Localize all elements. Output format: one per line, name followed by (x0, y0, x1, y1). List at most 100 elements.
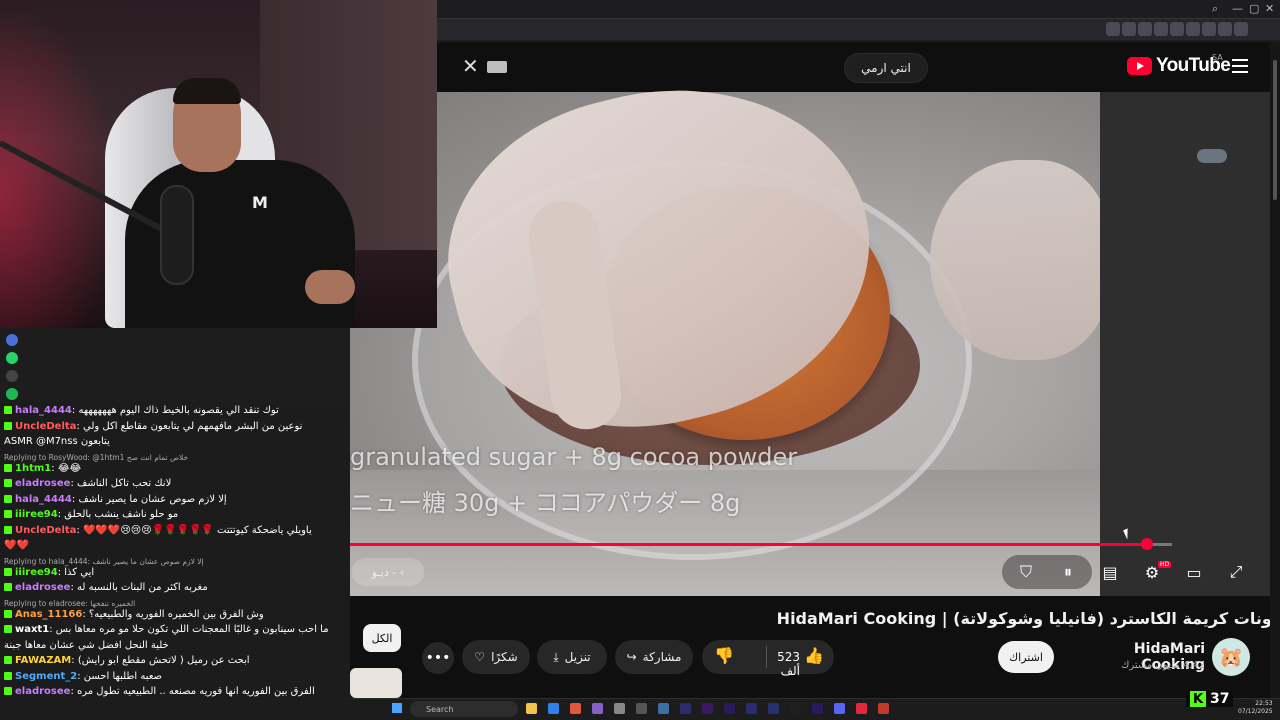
share-button[interactable]: ↪ مشاركة (615, 640, 693, 674)
chat-badge-icon (4, 494, 12, 503)
chat-username[interactable]: Anas_11166 (15, 609, 82, 620)
extension-icon[interactable] (1122, 22, 1136, 36)
app-icon[interactable] (614, 703, 625, 714)
extension-icon[interactable] (1186, 22, 1200, 36)
video-hand-right (930, 160, 1110, 360)
extension-icon[interactable] (1170, 22, 1184, 36)
video-title: دونات كريمة الكاسترد (فانيليا وشوكولاتة)… (776, 609, 1280, 628)
brave-icon[interactable] (570, 703, 581, 714)
audition-icon[interactable] (746, 703, 757, 714)
chat-message: 1htm1: 😂😂 (4, 462, 346, 475)
taskbar-search[interactable]: Search (410, 701, 518, 717)
maximize-icon[interactable]: ▢ (1249, 2, 1259, 15)
minimize-icon[interactable]: — (1232, 2, 1243, 15)
chat-username[interactable]: iiiree94 (15, 509, 58, 520)
opera-icon[interactable] (856, 703, 867, 714)
extension-icon[interactable] (1154, 22, 1168, 36)
theater-mode-icon[interactable]: ▭ (1182, 560, 1206, 584)
chat-message-text: ابحث عن رميل ( لاتحش مقطع ابو رايش) (77, 655, 250, 666)
extension-icon[interactable] (1234, 22, 1248, 36)
autoplay-toggle-icon[interactable]: ⏸ (1056, 560, 1080, 584)
like-count[interactable]: 523 ألف (756, 650, 800, 678)
extension-icon[interactable] (1218, 22, 1232, 36)
chat-username[interactable]: hala_4444 (15, 405, 72, 416)
kick-viewer-badge: K 37 (1186, 691, 1234, 707)
audition-icon[interactable] (680, 703, 691, 714)
chat-message: خلية النحل افضل شي عشان معاها جبنة (4, 639, 346, 652)
hamburger-menu-icon[interactable] (1232, 59, 1248, 73)
chat-username[interactable]: waxt1 (15, 624, 49, 635)
chat-message: eladrosee: الفرق بين الفوريه انها فوريه … (4, 685, 346, 698)
captions-icon[interactable]: ▤ (1098, 560, 1122, 584)
steam-icon[interactable] (658, 703, 669, 714)
chat-username[interactable]: FAWAZAM (15, 655, 71, 666)
subscribe-button[interactable]: اشتراك (998, 641, 1054, 673)
like-icon[interactable]: 👍 (804, 646, 824, 665)
spotify-icon[interactable] (6, 388, 18, 400)
fullscreen-icon[interactable]: ⤢ (1224, 560, 1248, 584)
whatsapp-icon[interactable] (6, 352, 18, 364)
chat-username[interactable]: eladrosee (15, 478, 70, 489)
webcam-overlay: M (0, 0, 437, 328)
chat-message: FAWAZAM: ابحث عن رميل ( لاتحش مقطع ابو ر… (4, 654, 346, 667)
app-icon[interactable] (878, 703, 889, 714)
chat-message-text: ايي كذا (64, 566, 95, 578)
x-icon[interactable] (6, 370, 18, 382)
download-button[interactable]: ⤓ تنزيل (537, 640, 607, 674)
windows-start-icon[interactable] (392, 703, 402, 713)
autoplay-toggle[interactable] (1197, 149, 1227, 163)
chat-username[interactable]: eladrosee (15, 582, 70, 593)
thanks-button[interactable]: ♡ شكرًا (462, 640, 530, 674)
after-effects-icon[interactable] (702, 703, 713, 714)
discord-icon[interactable] (834, 703, 845, 714)
chat-badge-icon (4, 525, 12, 534)
taskbar-clock: 22:53 07/12/2025 (1238, 700, 1273, 716)
file-explorer-icon[interactable] (526, 703, 537, 714)
chat-username[interactable]: Segment_2 (15, 671, 77, 682)
chat-message-text: نوعين من البشر مافهمهم لي يتابعون مقاطع … (82, 420, 303, 432)
chat-badge-icon (4, 687, 12, 695)
chat-username[interactable]: UncleDelta (15, 525, 76, 536)
side-app-icons (4, 328, 20, 400)
chat-badge-icon (4, 510, 12, 518)
search-query-chip[interactable]: انتي ارمي (844, 53, 928, 83)
channel-avatar[interactable]: 🐹 (1212, 638, 1250, 676)
chat-message-text: ❤️❤️ (4, 540, 29, 551)
chat-username[interactable]: 1htm1 (15, 463, 51, 474)
keyboard-icon[interactable] (487, 61, 507, 73)
chat-badge-icon (4, 463, 12, 472)
extension-icon[interactable] (1202, 22, 1216, 36)
chat-message-text: ياويلي ياضحكة كيوتتتت 🌹🌹🌹🌹🌹😢😢😢❤️❤️❤️ (82, 524, 312, 536)
shield-icon[interactable]: ⛉ (1014, 560, 1038, 584)
thanks-icon: ♡ (474, 650, 486, 664)
chat-message: iiiree94: ايي كذا (4, 566, 346, 579)
media-encoder-icon[interactable] (724, 703, 735, 714)
app-icon[interactable] (790, 703, 801, 714)
chat-badge-icon (4, 567, 12, 576)
visual-studio-icon[interactable] (592, 703, 603, 714)
chat-username[interactable]: iiiree94 (15, 567, 58, 578)
kick-viewer-count: 37 (1210, 691, 1230, 707)
vscode-icon[interactable] (548, 703, 559, 714)
extension-icon[interactable] (1106, 22, 1120, 36)
more-actions-button[interactable]: ••• (422, 642, 454, 674)
chat-username[interactable]: hala_4444 (15, 494, 72, 505)
page-scrollbar-thumb[interactable] (1273, 60, 1277, 200)
close-window-icon[interactable]: ✕ (1265, 2, 1274, 15)
chat-message-text: يتابعون ASMR @M7nss (4, 436, 110, 447)
close-icon[interactable]: ✕ (462, 54, 479, 78)
chat-username[interactable]: eladrosee (15, 686, 70, 697)
photoshop-icon[interactable] (768, 703, 779, 714)
premiere-icon[interactable] (812, 703, 823, 714)
extension-icon[interactable] (1138, 22, 1152, 36)
dislike-icon[interactable]: 👎 (714, 646, 734, 665)
chat-username[interactable]: UncleDelta (15, 421, 76, 432)
messenger-icon[interactable] (6, 334, 18, 346)
chapter-button[interactable]: ديـو - ‹ (352, 558, 424, 586)
chat-message: hala_4444: توك تنقد الي يقصونه بالخيط ذا… (4, 404, 346, 417)
search-icon[interactable]: ⌕ (1212, 2, 1218, 16)
chat-message: ❤️❤️ (4, 539, 346, 552)
related-video-thumbnail[interactable] (350, 668, 402, 698)
app-icon[interactable] (636, 703, 647, 714)
filter-chip-all[interactable]: الكل (363, 624, 401, 652)
